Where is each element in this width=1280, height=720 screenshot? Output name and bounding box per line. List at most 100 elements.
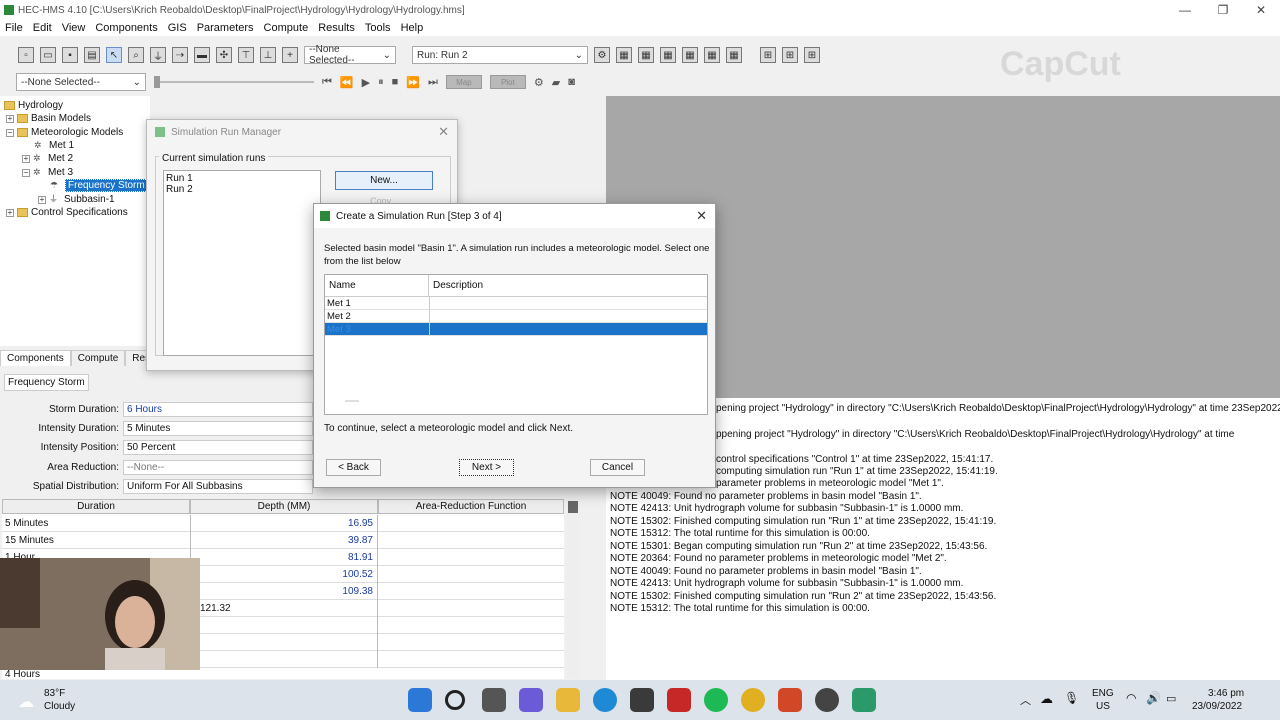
- sink-tool-icon[interactable]: ⊥: [260, 47, 276, 63]
- clock-date[interactable]: 23/09/2022: [1192, 701, 1242, 712]
- tree-item-basin-models[interactable]: + Basin Models: [6, 112, 91, 125]
- settings-gear-icon[interactable]: ⚙: [534, 76, 544, 89]
- restore-button[interactable]: ❐: [1204, 0, 1242, 20]
- subbasin-tool-icon[interactable]: ⏚: [150, 47, 166, 63]
- chrome-icon[interactable]: [741, 688, 765, 712]
- spatial-distribution-field[interactable]: Uniform For All Subbasins: [123, 479, 313, 494]
- print-icon[interactable]: ▤: [84, 47, 100, 63]
- capcut-app-icon[interactable]: [815, 688, 839, 712]
- file-explorer-icon[interactable]: [556, 688, 580, 712]
- expand-icon[interactable]: +: [6, 208, 14, 217]
- plot-button[interactable]: Plot: [489, 75, 526, 89]
- windows-start-icon[interactable]: [408, 688, 432, 712]
- clock-time[interactable]: 3:46 pm: [1208, 688, 1244, 699]
- table-scrollbar[interactable]: [566, 499, 580, 679]
- menu-tools[interactable]: Tools: [360, 22, 396, 34]
- microphone-icon[interactable]: 🎙: [1064, 691, 1079, 705]
- mcafee-icon[interactable]: [667, 688, 691, 712]
- menu-parameters[interactable]: Parameters: [192, 22, 259, 34]
- menu-edit[interactable]: Edit: [28, 22, 57, 34]
- cancel-button[interactable]: Cancel: [590, 459, 645, 476]
- junction-tool-icon[interactable]: ✣: [216, 47, 232, 63]
- save-icon[interactable]: ▪: [62, 47, 78, 63]
- minimize-button[interactable]: —: [1166, 0, 1204, 20]
- expand-icon[interactable]: +: [22, 154, 30, 163]
- table-row[interactable]: Met 1: [325, 297, 707, 310]
- map-layers-icon[interactable]: ⊞: [782, 47, 798, 63]
- expand-icon[interactable]: +: [38, 195, 46, 204]
- add-element-icon[interactable]: +: [282, 47, 298, 63]
- battery-icon[interactable]: ▭: [1166, 692, 1176, 705]
- results-summary-icon[interactable]: ▦: [616, 47, 632, 63]
- camera-icon[interactable]: ◙: [568, 76, 575, 88]
- table-row-selected[interactable]: Met 3: [325, 323, 707, 336]
- run-selector[interactable]: Run: Run 2 ⌄: [412, 46, 588, 64]
- time-slider[interactable]: [154, 76, 314, 88]
- compute-icon[interactable]: ⚙: [594, 47, 610, 63]
- fast-forward-icon[interactable]: ⏭: [428, 76, 438, 89]
- results-element-icon[interactable]: ▦: [726, 47, 742, 63]
- stop-icon[interactable]: ■: [392, 76, 399, 88]
- region-indicator[interactable]: US: [1096, 701, 1110, 712]
- tree-item-control-specs[interactable]: + Control Specifications: [6, 206, 128, 219]
- list-item[interactable]: Run 1: [164, 171, 320, 184]
- close-icon[interactable]: ✕: [696, 208, 707, 224]
- menu-results[interactable]: Results: [313, 22, 360, 34]
- collapse-icon[interactable]: −: [6, 128, 14, 137]
- map-grid-icon[interactable]: ⊞: [760, 47, 776, 63]
- table-row[interactable]: 5 Minutes 16.95: [2, 515, 564, 532]
- volume-icon[interactable]: 🔊: [1146, 691, 1161, 705]
- element-selector[interactable]: --None Selected-- ⌄: [304, 44, 396, 66]
- new-run-button[interactable]: New...: [335, 171, 433, 190]
- menu-components[interactable]: Components: [90, 22, 162, 34]
- results-graph-icon[interactable]: ▦: [638, 47, 654, 63]
- play-icon[interactable]: ▶: [362, 76, 370, 89]
- weather-temp[interactable]: 83°F: [44, 688, 65, 699]
- storm-duration-field[interactable]: 6 Hours: [123, 402, 313, 417]
- weather-desc[interactable]: Cloudy: [44, 701, 75, 712]
- tree-item-subbasin1[interactable]: + ⏚ Subbasin-1: [38, 193, 115, 206]
- hec-hms-app-icon[interactable]: [852, 688, 876, 712]
- spotify-icon[interactable]: [704, 688, 728, 712]
- microsoft-store-icon[interactable]: [630, 688, 654, 712]
- step-forward-icon[interactable]: ⏩: [406, 76, 420, 89]
- language-indicator[interactable]: ENG: [1092, 688, 1114, 699]
- menu-help[interactable]: Help: [396, 22, 429, 34]
- reservoir-tool-icon[interactable]: ▬: [194, 47, 210, 63]
- map-button[interactable]: Map: [445, 75, 482, 89]
- tab-frequency-storm[interactable]: Frequency Storm: [4, 374, 89, 391]
- tree-item-hydrology[interactable]: Hydrology: [4, 99, 63, 112]
- menu-view[interactable]: View: [57, 22, 91, 34]
- close-button[interactable]: ✕: [1242, 0, 1280, 20]
- menu-compute[interactable]: Compute: [259, 22, 314, 34]
- secondary-selector[interactable]: --None Selected-- ⌄: [16, 73, 146, 91]
- tab-compute[interactable]: Compute: [70, 350, 126, 366]
- tree-item-met3[interactable]: − ✲ Met 3: [22, 166, 73, 179]
- arrow-tool-icon[interactable]: ↖: [106, 47, 122, 63]
- intensity-position-field[interactable]: 50 Percent: [123, 440, 313, 455]
- search-icon[interactable]: [445, 690, 465, 710]
- task-view-icon[interactable]: [482, 688, 506, 712]
- tab-components[interactable]: Components: [0, 350, 71, 366]
- back-button[interactable]: < Back: [326, 459, 381, 476]
- diversion-tool-icon[interactable]: ⊤: [238, 47, 254, 63]
- results-table-icon[interactable]: ▦: [660, 47, 676, 63]
- step-back-icon[interactable]: ⏪: [340, 76, 354, 89]
- powerpoint-icon[interactable]: [778, 688, 802, 712]
- teams-chat-icon[interactable]: [519, 688, 543, 712]
- next-button[interactable]: Next >: [459, 459, 514, 476]
- open-folder-icon[interactable]: ▭: [40, 47, 56, 63]
- rewind-icon[interactable]: ⏮: [322, 76, 332, 89]
- expand-icon[interactable]: +: [6, 114, 14, 123]
- tree-item-met1[interactable]: ✲ Met 1: [34, 139, 74, 152]
- collapse-icon[interactable]: −: [22, 168, 30, 177]
- table-row[interactable]: Met 2: [325, 310, 707, 323]
- list-item[interactable]: Run 2: [164, 184, 320, 195]
- tree-item-met-models[interactable]: − Meteorologic Models: [6, 126, 123, 139]
- area-reduction-field[interactable]: --None--: [123, 460, 313, 475]
- reach-tool-icon[interactable]: ⇢: [172, 47, 188, 63]
- tree-item-frequency-storm[interactable]: ☂ Frequency Storm: [50, 179, 148, 192]
- zoom-tool-icon[interactable]: ⌕: [128, 47, 144, 63]
- tree-item-met2[interactable]: + ✲ Met 2: [22, 152, 73, 165]
- pause-icon[interactable]: ⏸: [378, 76, 384, 89]
